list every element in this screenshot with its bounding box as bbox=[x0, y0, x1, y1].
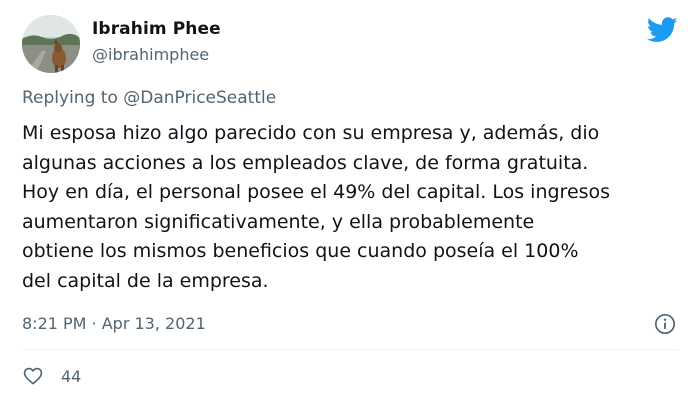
avatar-photo bbox=[22, 15, 80, 73]
tweet-card: Ibrahim Phee @ibrahimphee Replying to @D… bbox=[0, 0, 700, 402]
tweet-text-line: Mi esposa hizo algo parecido con su empr… bbox=[22, 122, 600, 144]
avatar[interactable] bbox=[22, 15, 80, 73]
like-button[interactable]: 44 bbox=[22, 364, 81, 388]
heart-icon[interactable] bbox=[22, 365, 44, 387]
tweet-text-line: aumentaron significativamente, y ella pr… bbox=[22, 210, 535, 233]
twitter-bird-icon[interactable] bbox=[647, 16, 678, 44]
tweet-text-line: Hoy en día, el personal posee el 49% del… bbox=[22, 181, 611, 203]
tweet-text-line: obtiene los mismos beneficios que cuando… bbox=[22, 240, 579, 262]
divider bbox=[22, 349, 678, 350]
author-name[interactable]: Ibrahim Phee bbox=[92, 19, 221, 39]
author-handle[interactable]: @ibrahimphee bbox=[92, 45, 209, 64]
tweet-text-line: del capital de la empresa. bbox=[22, 269, 269, 292]
replying-prefix: Replying to bbox=[22, 88, 118, 108]
info-icon[interactable] bbox=[654, 313, 676, 335]
tweet-text: Mi esposa hizo algo parecido con su empr… bbox=[22, 119, 682, 296]
like-count: 44 bbox=[61, 366, 82, 386]
tweet-text-line: algunas acciones a los empleados clave, … bbox=[22, 151, 589, 174]
reply-mention-link[interactable]: @DanPriceSeattle bbox=[123, 88, 276, 108]
replying-to: Replying to @DanPriceSeattle bbox=[22, 88, 276, 108]
tweet-timestamp-link[interactable]: 8:21 PM · Apr 13, 2021 bbox=[22, 314, 206, 333]
